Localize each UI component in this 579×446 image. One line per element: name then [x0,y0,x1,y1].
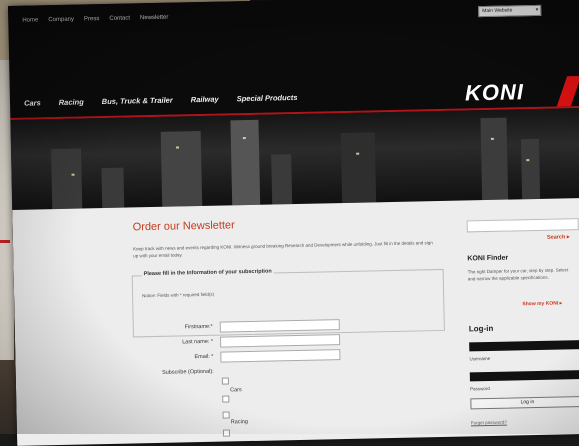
main-navigation: Cars Racing Bus, Truck & Trailer Railway… [24,93,298,108]
building [51,148,83,210]
top-bar: Home Company Press Contact Newsletter Ma… [8,0,579,34]
search-button[interactable]: Search ▸ [547,234,570,240]
checkbox-bus-truck[interactable] [222,429,231,437]
sidebar: Search ▸ KONI Finder The right Damper fo… [462,198,579,441]
nav-bus-truck-trailer[interactable]: Bus, Truck & Trailer [102,96,173,106]
website-window: Home Company Press Contact Newsletter Ma… [8,0,579,446]
nav-railway[interactable]: Railway [191,95,219,105]
page-title: Order our Newsletter [132,219,235,234]
show-my-koni-label: Show my KONI [522,300,559,308]
forgot-password-link[interactable]: Forget password? [471,420,507,426]
top-navigation: Home Company Press Contact Newsletter [22,15,168,24]
finder-text: The right Damper for your car, step by s… [467,267,569,282]
username-input[interactable] [469,340,579,352]
show-my-koni-link[interactable]: Show my KONI ▸ [522,300,562,307]
checkbox-cars-option[interactable] [222,395,230,403]
option-racing-label: Racing [230,419,248,426]
topnav-press[interactable]: Press [84,16,99,22]
building [520,138,541,200]
building [160,130,203,207]
building [271,154,293,205]
username-label: Username [469,355,491,362]
logo-text: KONI [464,79,525,106]
nav-cars[interactable]: Cars [24,98,41,107]
login-title: Log-in [468,323,494,334]
website-select-value: Main Website [482,7,513,15]
nav-special-products[interactable]: Special Products [237,93,298,103]
building [101,167,125,209]
search-input[interactable] [466,218,579,233]
logo-slash-icon [556,76,579,107]
window-light [526,159,530,162]
topnav-company[interactable]: Company [48,17,74,24]
checkbox-cars[interactable] [221,377,229,385]
topnav-newsletter[interactable]: Newsletter [140,15,168,22]
city-skyline-banner [10,107,579,210]
window-light [71,173,75,176]
window-light [356,152,360,155]
building [480,117,509,201]
window-light [242,137,246,140]
login-button[interactable]: Log in [470,396,579,410]
window-light [175,146,180,149]
password-label: Password [470,385,490,392]
website-select[interactable]: Main Website ▾ [478,4,542,18]
lastname-label: Last name: * [182,338,214,346]
topnav-contact[interactable]: Contact [109,15,130,21]
intro-text: Keep track with news and events regardin… [133,240,433,259]
search-label: Search [546,234,566,241]
window-light [490,137,494,140]
content-area: Order our Newsletter Keep track with new… [12,197,579,446]
lastname-field[interactable] [219,334,341,348]
checkbox-racing[interactable] [222,411,230,419]
finder-title: KONI Finder [467,254,509,263]
email-label: Email: * [194,353,214,361]
building [230,119,261,206]
topnav-home[interactable]: Home [22,17,38,23]
background-red-mark [0,240,10,243]
password-input[interactable] [469,370,579,382]
option-cars-label: Cars [230,387,242,394]
subscribe-label: Subscribe (Optional): [161,368,214,376]
email-field[interactable] [220,349,341,363]
chevron-down-icon: ▾ [535,6,539,13]
nav-racing[interactable]: Racing [59,97,84,107]
building [340,132,377,204]
